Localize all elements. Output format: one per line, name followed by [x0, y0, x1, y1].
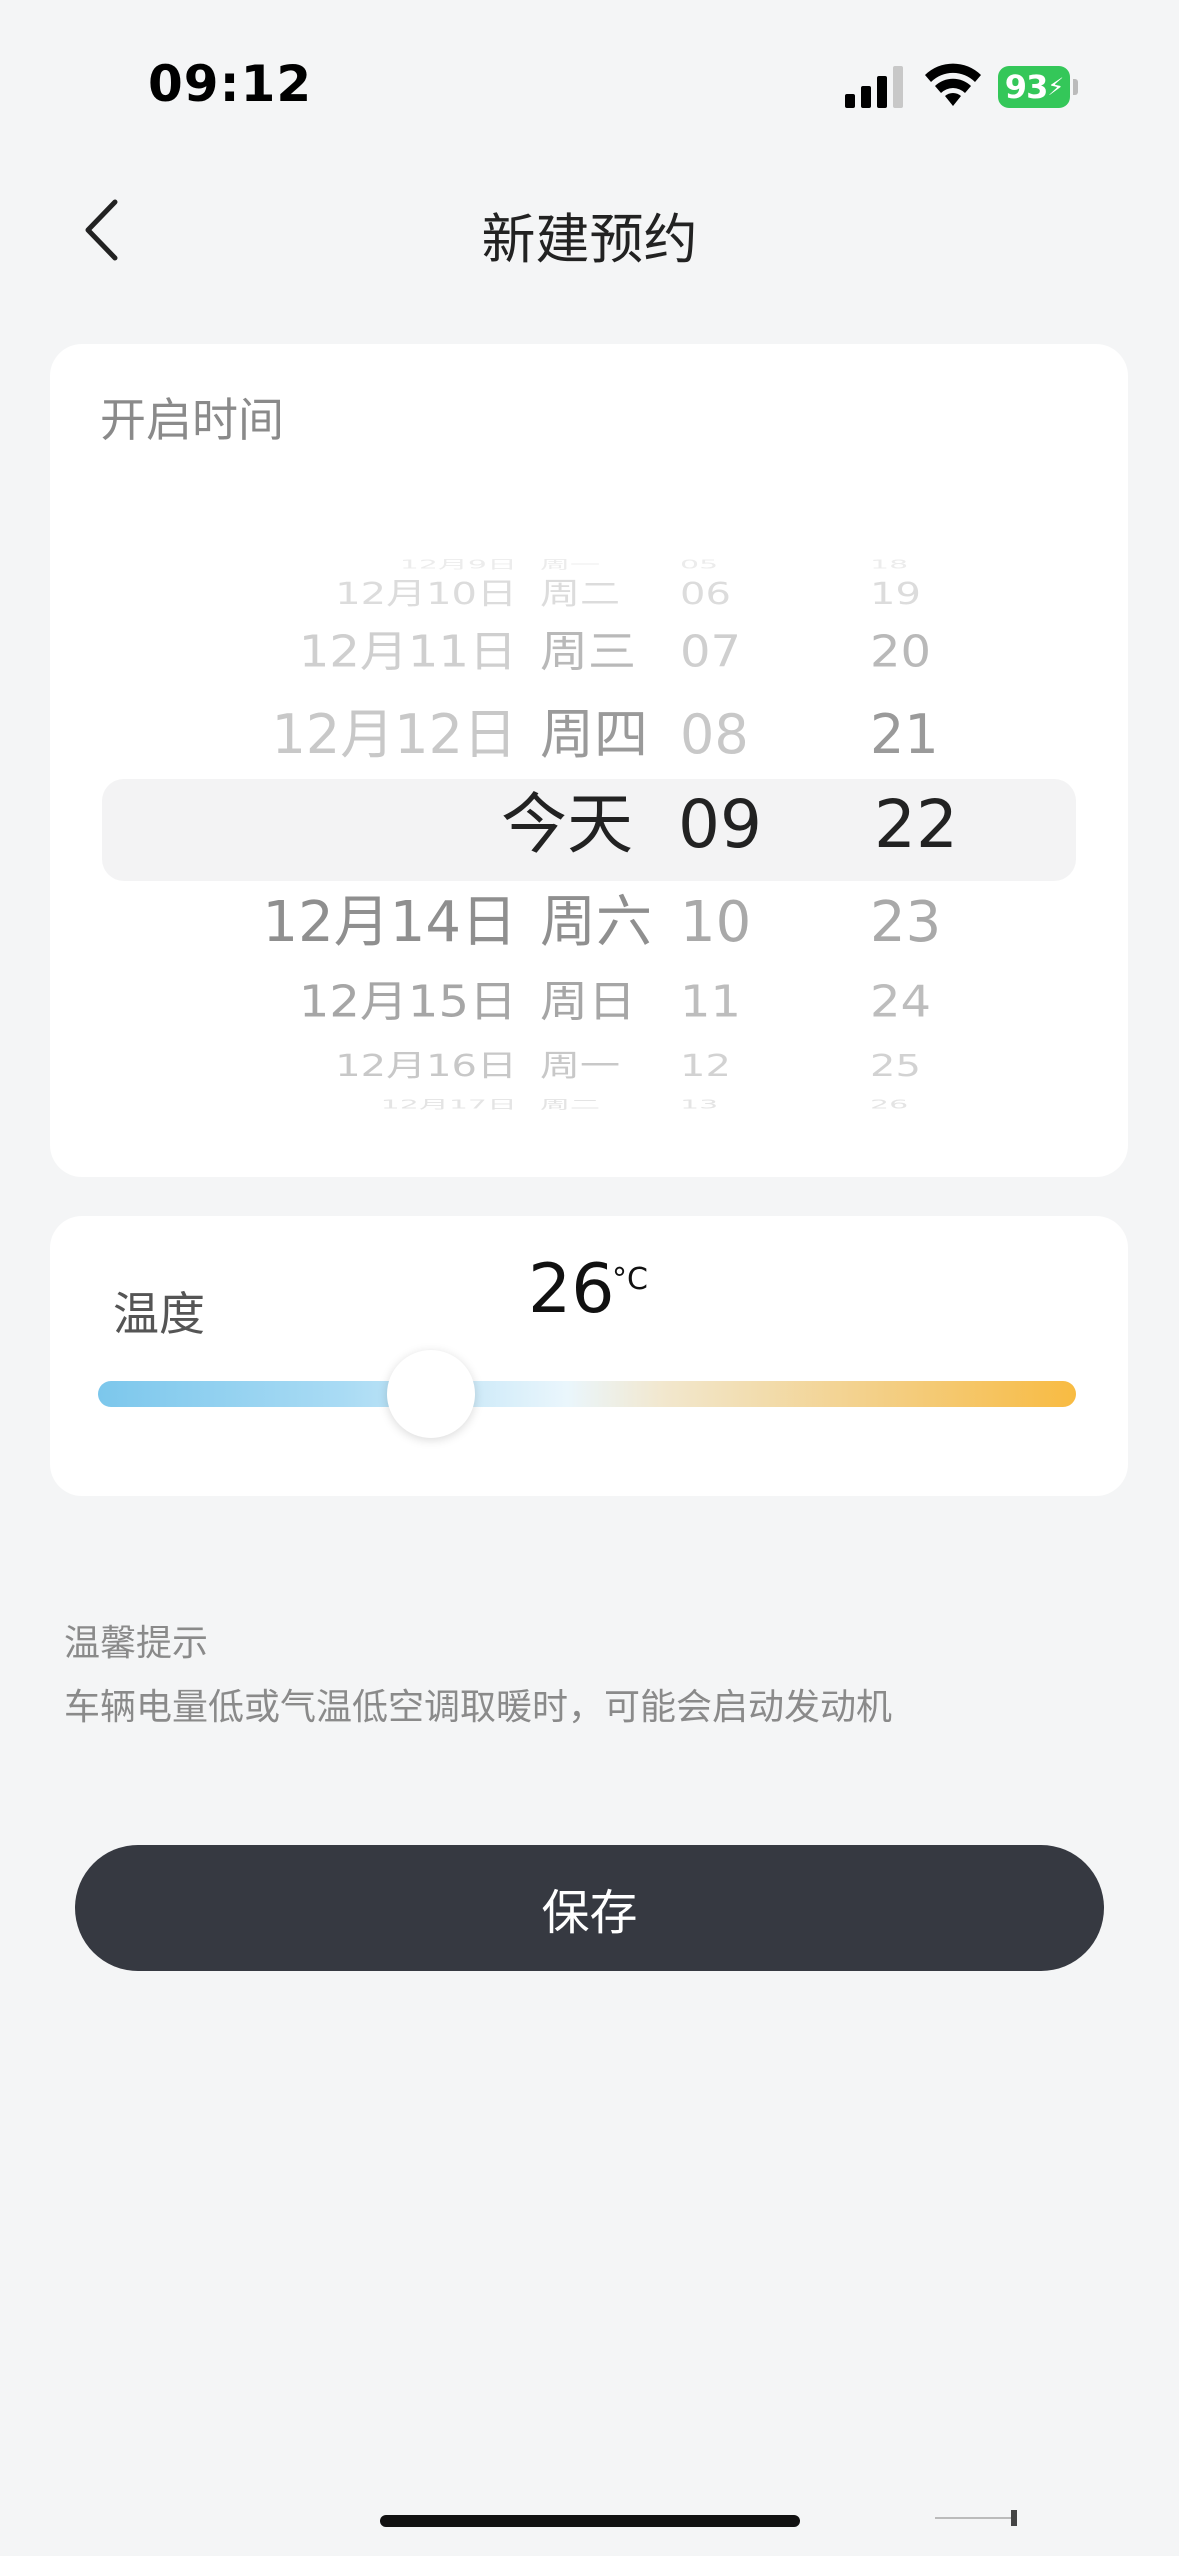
page-title: 新建预约	[481, 208, 698, 271]
temperature-slider-track[interactable]	[98, 1381, 1076, 1407]
picker-minute: 25	[870, 1048, 921, 1084]
picker-date: 12月12日	[271, 703, 517, 766]
home-indicator	[380, 2515, 800, 2527]
picker-date: 12月10日	[335, 576, 517, 612]
start-time-label: 开启时间	[100, 393, 284, 447]
temperature-slider-thumb[interactable]	[386, 1350, 475, 1438]
picker-weekday: 周日	[540, 976, 637, 1028]
picker-weekday: 周六	[540, 890, 652, 955]
picker-minute: 24	[870, 976, 932, 1028]
picker-date: 12月16日	[335, 1048, 517, 1084]
picker-selected-date: 今天	[501, 786, 633, 863]
cellular-signal-icon	[845, 66, 903, 108]
temperature-label: 温度	[113, 1287, 205, 1341]
save-button-label: 保存	[541, 1885, 638, 1941]
temperature-unit: °C	[612, 1262, 648, 1297]
picker-date: 12月11日	[298, 626, 517, 678]
picker-hour: 11	[680, 976, 742, 1028]
picker-hour: 13	[680, 1097, 719, 1112]
picker-weekday: 周二	[540, 576, 620, 612]
picker-selected-minute: 22	[874, 786, 958, 863]
wifi-icon	[925, 63, 981, 106]
picker-hour: 12	[680, 1048, 731, 1084]
temperature-value: 26	[528, 1250, 615, 1329]
picker-minute: 19	[870, 576, 921, 612]
battery-icon: 93 ⚡	[998, 66, 1078, 108]
picker-weekday: 周三	[540, 626, 637, 678]
picker-weekday: 周二	[540, 1097, 600, 1112]
picker-weekday: 周四	[540, 703, 648, 766]
picker-hour: 06	[680, 576, 731, 612]
picker-minute: 20	[870, 626, 932, 678]
picker-date: 12月14日	[262, 890, 517, 955]
picker-weekday: 周一	[540, 1048, 620, 1084]
status-time: 09:12	[148, 55, 313, 113]
picker-date: 12月15日	[298, 976, 517, 1028]
picker-weekday: 周一	[540, 557, 600, 572]
picker-hour: 07	[680, 626, 742, 678]
scroll-position-icon	[935, 2510, 1017, 2526]
picker-selected-hour: 09	[678, 786, 762, 863]
save-button[interactable]: 保存	[75, 1845, 1104, 1971]
picker-minute: 18	[870, 557, 909, 572]
picker-date: 12月9日	[399, 557, 517, 572]
picker-minute: 26	[870, 1097, 909, 1112]
picker-hour: 05	[680, 557, 719, 572]
picker-minute: 23	[870, 890, 942, 955]
picker-hour: 08	[680, 703, 749, 766]
picker-date: 12月17日	[380, 1097, 517, 1112]
tips-title: 温馨提示	[64, 1623, 209, 1664]
tips-text: 车辆电量低或气温低空调取暖时，可能会启动发动机	[64, 1687, 893, 1728]
battery-level: 93	[1004, 68, 1049, 106]
picker-hour: 10	[680, 890, 752, 955]
picker-minute: 21	[870, 703, 939, 766]
